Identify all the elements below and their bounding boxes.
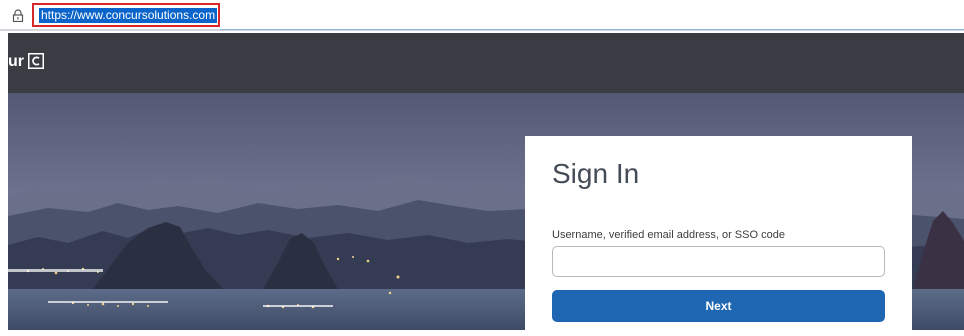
username-input[interactable] <box>552 246 885 277</box>
lock-icon <box>12 9 24 22</box>
username-label: Username, verified email address, or SSO… <box>552 229 785 241</box>
concur-c-logo-icon[interactable] <box>28 53 44 69</box>
site-header: ur <box>8 33 964 93</box>
url-text[interactable]: https://www.concursolutions.com <box>39 8 218 23</box>
brand-name: ur <box>8 53 24 70</box>
signin-title: Sign In <box>552 158 640 189</box>
address-bar-focus-line <box>220 29 964 30</box>
browser-address-bar: https://www.concursolutions.com <box>0 0 964 30</box>
url-highlight-box[interactable]: https://www.concursolutions.com <box>32 3 220 27</box>
signin-card: Sign In Username, verified email address… <box>525 136 912 336</box>
next-button[interactable]: Next <box>552 290 885 322</box>
